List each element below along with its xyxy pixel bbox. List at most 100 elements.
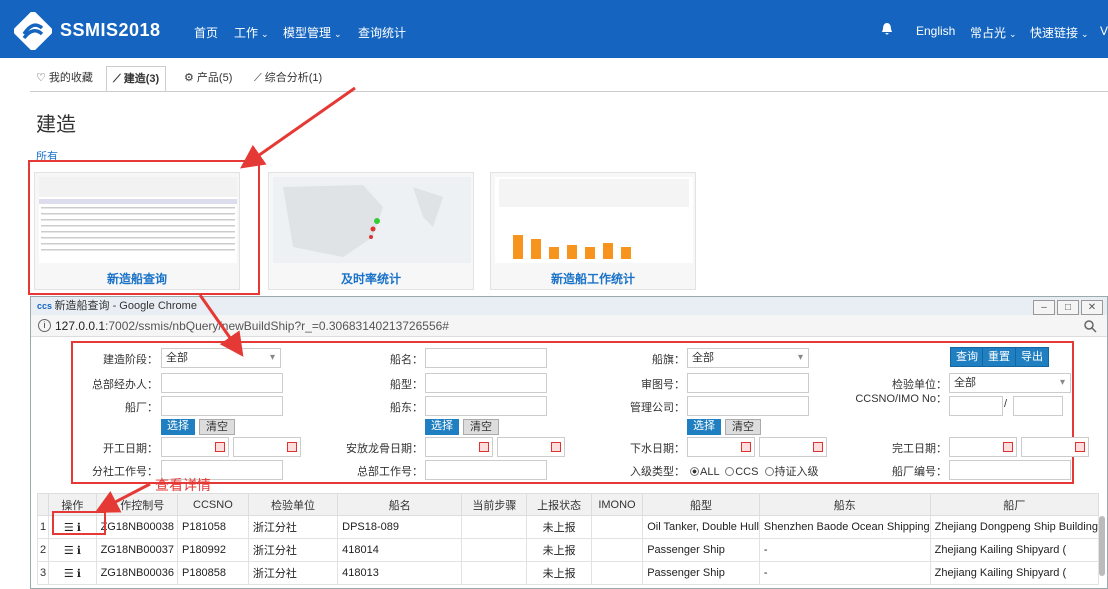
col-inspector[interactable]: 检验单位 <box>247 493 339 516</box>
radio-all[interactable] <box>690 467 699 476</box>
card-label[interactable]: 及时率统计 <box>269 270 473 287</box>
minimize-icon[interactable]: – <box>1033 300 1055 315</box>
quick-links-menu[interactable]: 快速链接 ⌄ <box>1030 24 1089 41</box>
card-label[interactable]: 新造船工作统计 <box>491 270 695 287</box>
mgmt-company-input[interactable] <box>687 396 809 416</box>
radio-ccs[interactable] <box>725 467 735 476</box>
row-actions: ☰ ℹ <box>48 538 97 562</box>
maximize-icon[interactable]: □ <box>1057 300 1079 315</box>
complete-date-from[interactable] <box>949 437 1017 457</box>
col-ship-owner[interactable]: 船东 <box>758 493 931 516</box>
mgmt-clear-button[interactable]: 清空 <box>725 419 761 435</box>
window-controls: – □ ✕ <box>1031 298 1103 315</box>
col-current-step[interactable]: 当前步骤 <box>461 493 528 516</box>
calendar-icon[interactable] <box>215 442 225 452</box>
cell-inspector: 浙江分社 <box>247 561 339 585</box>
nav-overflow[interactable]: V <box>1100 24 1108 38</box>
col-imono[interactable]: IMONO <box>590 493 644 516</box>
cell-imono <box>590 538 644 562</box>
tab-favorites[interactable]: ♡ 我的收藏 <box>30 66 99 92</box>
user-menu[interactable]: 常占光 ⌄ <box>970 24 1017 41</box>
calendar-icon[interactable] <box>551 442 561 452</box>
ship-owner-input[interactable] <box>425 396 547 416</box>
table-row[interactable]: 1 ☰ ℹ ZG18NB00038 P181058 浙江分社 DPS18-089… <box>36 515 1100 539</box>
tab-analysis[interactable]: ⟋ 综合分析(1) <box>248 66 328 92</box>
mgmt-select-button[interactable]: 选择 <box>687 419 721 435</box>
table-row[interactable]: 3 ☰ ℹ ZG18NB00036 P180858 浙江分社 418013 未上… <box>36 561 1100 585</box>
info-icon[interactable]: ℹ <box>77 545 81 557</box>
query-button[interactable]: 查询 <box>950 347 984 367</box>
calendar-icon[interactable] <box>479 442 489 452</box>
start-date-to[interactable] <box>233 437 301 457</box>
info-icon[interactable]: ℹ <box>77 568 81 580</box>
list-icon[interactable]: ☰ <box>64 568 74 580</box>
calendar-icon[interactable] <box>287 442 297 452</box>
shipyard-clear-button[interactable]: 清空 <box>199 419 235 435</box>
cell-ship-name: 418013 <box>337 561 463 585</box>
imo-input[interactable] <box>1013 396 1063 416</box>
cell-inspector: 浙江分社 <box>247 538 339 562</box>
calendar-icon[interactable] <box>741 442 751 452</box>
card-timeliness-stats[interactable]: 及时率统计 <box>268 172 474 290</box>
calendar-icon[interactable] <box>1075 442 1085 452</box>
shipyard-select-button[interactable]: 选择 <box>161 419 195 435</box>
label-yard-no: 船厂编号： <box>892 466 947 478</box>
cell-report-status: 未上报 <box>526 561 592 585</box>
owner-clear-button[interactable]: 清空 <box>463 419 499 435</box>
calendar-icon[interactable] <box>1003 442 1013 452</box>
cell-current-step <box>461 538 528 562</box>
class-type-radios[interactable]: ALL CCS 持证入级 <box>687 463 819 479</box>
reset-button[interactable]: 重置 <box>982 347 1016 367</box>
tab-products[interactable]: ⚙ 产品(5) <box>178 66 238 92</box>
label-shipyard: 船厂： <box>125 402 158 414</box>
bell-icon[interactable] <box>880 22 894 36</box>
ccsno-input[interactable] <box>949 396 1003 416</box>
ship-type-input[interactable] <box>425 373 547 393</box>
radio-certified[interactable] <box>764 467 774 476</box>
col-ccsno[interactable]: CCSNO <box>176 493 249 516</box>
table-row[interactable]: 2 ☰ ℹ ZG18NB00037 P180992 浙江分社 418014 未上… <box>36 538 1100 562</box>
export-button[interactable]: 导出 <box>1015 347 1049 367</box>
cell-ccsno: P180858 <box>176 561 249 585</box>
cell-shipyard: Zhejiang Dongpeng Ship Building <box>929 515 1100 539</box>
col-work-ctrl-no[interactable]: 工作控制号 <box>95 493 178 516</box>
col-shipyard[interactable]: 船厂 <box>929 493 1100 516</box>
col-report-status[interactable]: 上报状态 <box>526 493 592 516</box>
zoom-icon[interactable] <box>1083 319 1097 333</box>
info-icon[interactable]: i <box>38 319 51 332</box>
flag-select[interactable]: 全部 <box>687 348 809 368</box>
launch-date-to[interactable] <box>759 437 827 457</box>
language-english[interactable]: English <box>916 24 955 38</box>
nav-model-mgmt[interactable]: 模型管理 ⌄ <box>283 24 342 41</box>
start-date-from[interactable] <box>161 437 229 457</box>
tab-build[interactable]: ⟋ 建造(3) <box>106 66 167 92</box>
col-ship-name[interactable]: 船名 <box>337 493 463 516</box>
table-scrollbar[interactable] <box>1099 516 1105 576</box>
nav-work[interactable]: 工作 ⌄ <box>234 24 269 41</box>
label-ccsno-imo: CCSNO/IMO No： <box>855 393 947 405</box>
drawing-no-input[interactable] <box>687 373 809 393</box>
cell-report-status: 未上报 <box>526 515 592 539</box>
keel-date-from[interactable] <box>425 437 493 457</box>
launch-date-from[interactable] <box>687 437 755 457</box>
close-icon[interactable]: ✕ <box>1081 300 1103 315</box>
col-ship-type[interactable]: 船型 <box>642 493 760 516</box>
app-brand[interactable]: SSMIS2018 <box>60 20 161 41</box>
stage-select[interactable]: 全部 <box>161 348 281 368</box>
hq-work-no-input[interactable] <box>425 460 547 480</box>
shipyard-input[interactable] <box>161 396 283 416</box>
card-new-ship-work-stats[interactable]: 新造船工作统计 <box>490 172 696 290</box>
owner-select-button[interactable]: 选择 <box>425 419 459 435</box>
nav-query-stats[interactable]: 查询统计 <box>358 24 406 41</box>
list-icon[interactable]: ☰ <box>64 545 74 557</box>
cell-current-step <box>461 561 528 585</box>
complete-date-to[interactable] <box>1021 437 1089 457</box>
keel-date-to[interactable] <box>497 437 565 457</box>
ship-name-input[interactable] <box>425 348 547 368</box>
calendar-icon[interactable] <box>813 442 823 452</box>
yard-no-input[interactable] <box>949 460 1071 480</box>
inspector-select[interactable]: 全部 <box>949 373 1071 393</box>
hq-handler-input[interactable] <box>161 373 283 393</box>
nav-home[interactable]: 首页 <box>194 24 218 41</box>
address-bar[interactable]: i 127.0.0.1:7002/ssmis/nbQuery/newBuildS… <box>31 315 1107 337</box>
